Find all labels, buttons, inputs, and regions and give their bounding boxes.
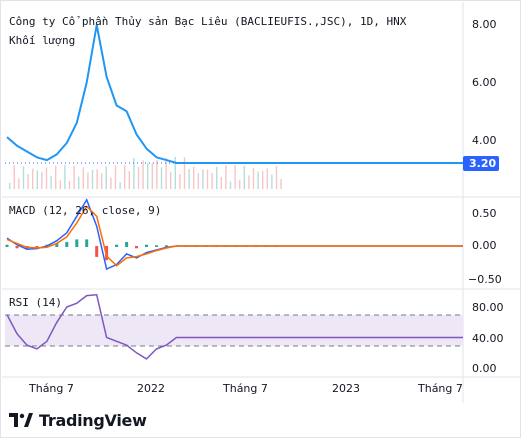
macd-hist-bar <box>95 246 99 257</box>
volume-bar <box>252 167 255 189</box>
time-label: 2023 <box>332 382 360 395</box>
volume-bar <box>78 176 80 189</box>
footer: TradingView <box>9 407 147 433</box>
volume-bar <box>13 165 15 189</box>
rsi-tick: 80.00 <box>472 301 504 314</box>
volume-bar <box>59 180 61 189</box>
volume-bar <box>225 165 227 189</box>
volume-bar <box>64 165 66 189</box>
volume-bar <box>32 168 34 189</box>
macd-hist-bar <box>15 246 19 249</box>
time-label: Tháng 7 <box>417 382 463 395</box>
brand-name[interactable]: TradingView <box>39 411 147 430</box>
volume-bar <box>197 173 199 189</box>
volume-bar <box>142 160 144 189</box>
time-label: Tháng 7 <box>222 382 268 395</box>
volume-bar <box>55 165 57 189</box>
volume-bar <box>114 165 117 189</box>
volume-bar <box>110 177 112 189</box>
macd-histogram <box>5 239 278 261</box>
rsi-title: RSI (14) <box>9 296 62 309</box>
volume-bar <box>193 166 195 189</box>
macd-tick: 0.00 <box>472 239 497 252</box>
macd-hist-bar <box>65 242 69 247</box>
volume-bar <box>124 165 126 189</box>
volume-bar <box>216 166 218 189</box>
volume-bar <box>82 167 84 189</box>
current-price-label: 3.20 <box>469 157 496 170</box>
volume-bar <box>243 165 245 189</box>
chart-widget: Công ty Cổ phần Thủy sản Bạc Liêu (BACLI… <box>0 0 521 438</box>
volume-bar <box>137 166 140 189</box>
volume-bar <box>151 163 153 189</box>
volume-bar <box>239 179 241 189</box>
tradingview-logo-icon[interactable] <box>9 413 33 427</box>
symbol-title: Công ty Cổ phần Thủy sản Bạc Liêu (BACLI… <box>9 15 407 28</box>
rsi-band <box>5 315 463 346</box>
time-label: 2022 <box>137 382 165 395</box>
volume-bar <box>9 183 11 189</box>
volume-bar <box>87 172 89 189</box>
macd-hist-bar <box>85 239 89 247</box>
price-tick: 8.00 <box>472 18 497 31</box>
macd-tick: −0.50 <box>468 273 502 286</box>
volume-bar <box>179 173 181 189</box>
volume-bar <box>160 167 163 189</box>
volume-bar <box>105 166 107 189</box>
volume-bar <box>280 178 282 189</box>
volume-bar <box>50 175 52 189</box>
macd-hist-bar <box>115 244 119 247</box>
price-series <box>6 24 463 164</box>
macd-title: MACD (12, 26, close, 9) <box>9 204 161 217</box>
volume-bar <box>206 169 209 189</box>
volume-bar <box>266 168 268 189</box>
volume-bar <box>271 174 273 189</box>
volume-bar <box>147 162 149 189</box>
price-tick: 6.00 <box>472 76 497 89</box>
volume-bar <box>220 177 222 189</box>
volume-bar <box>202 169 204 189</box>
macd-hist-bar <box>155 245 158 247</box>
volume-bar <box>275 166 278 189</box>
volume-bar <box>262 170 264 189</box>
volume-bar <box>229 181 232 189</box>
macd-hist-bar <box>125 242 129 247</box>
volume-bar <box>128 171 130 189</box>
volume-bar <box>119 182 121 189</box>
macd-hist-bar <box>145 244 148 247</box>
macd-hist-bar <box>75 239 79 247</box>
volume-bar <box>101 173 103 189</box>
volume-bar <box>45 167 48 189</box>
volume-bar <box>156 159 158 189</box>
volume-bar <box>170 171 172 189</box>
volume-bar <box>248 175 250 189</box>
macd-hist-bar <box>135 246 138 249</box>
macd-tick: 0.50 <box>472 207 497 220</box>
volume-bar <box>188 169 190 189</box>
volume-bar <box>73 165 75 189</box>
volume-bar <box>91 169 94 189</box>
volume-bar <box>96 169 98 189</box>
price-tick: 4.00 <box>472 134 497 147</box>
volume-bar <box>18 178 20 189</box>
price-line <box>6 24 463 164</box>
volume-bar <box>211 172 213 189</box>
volume-bar <box>41 171 43 189</box>
rsi-tick: 0.00 <box>472 362 497 375</box>
chart-canvas[interactable]: Công ty Cổ phần Thủy sản Bạc Liêu (BACLI… <box>1 1 521 439</box>
volume-bar <box>27 174 29 189</box>
volume-bar <box>68 181 71 189</box>
volume-bars <box>9 157 282 189</box>
volume-label: Khối lượng <box>9 34 75 47</box>
rsi-tick: 40.00 <box>472 332 504 345</box>
volume-bar <box>234 165 236 189</box>
time-label: Tháng 7 <box>28 382 74 395</box>
macd-hist-bar <box>5 244 9 247</box>
volume-bar <box>22 166 25 189</box>
volume-bar <box>257 171 259 189</box>
volume-bar <box>36 170 38 189</box>
